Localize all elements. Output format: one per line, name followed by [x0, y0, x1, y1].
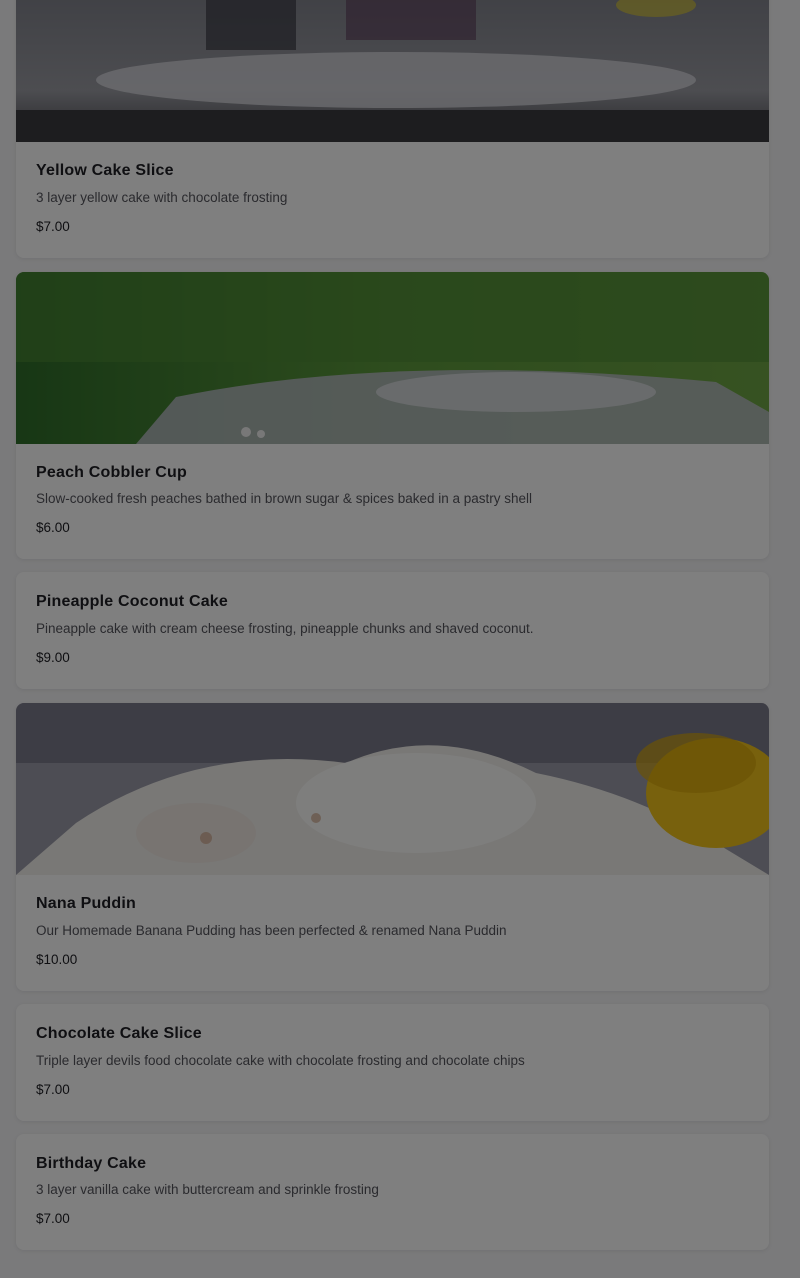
menu-page: Yellow Cake Slice 3 layer yellow cake wi… [0, 0, 800, 1278]
modal-backdrop[interactable] [0, 0, 800, 1278]
